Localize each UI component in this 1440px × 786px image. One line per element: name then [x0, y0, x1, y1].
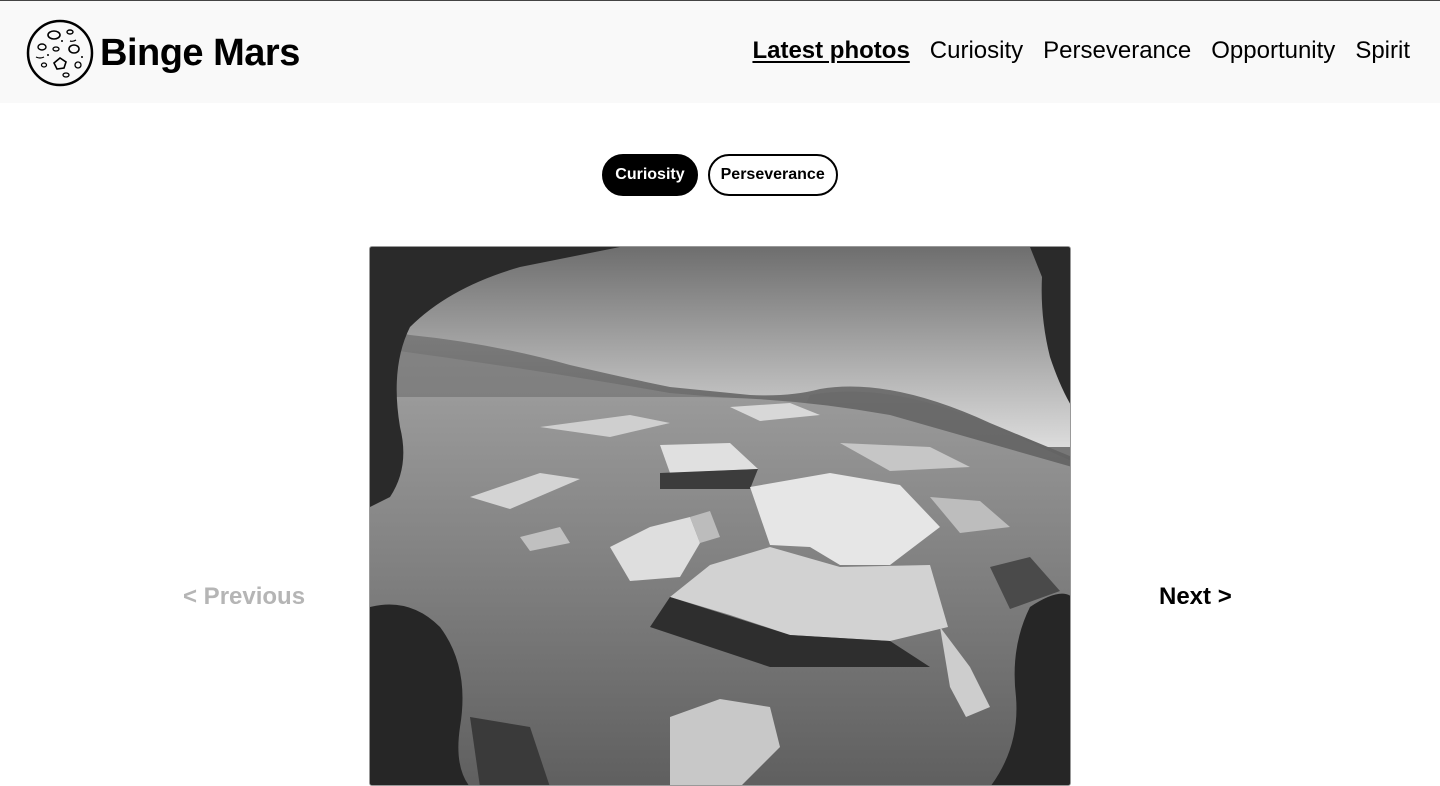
site-header: Binge Mars Latest photos Curiosity Perse… — [0, 0, 1440, 103]
nav-spirit[interactable]: Spirit — [1355, 37, 1410, 65]
next-button[interactable]: Next > — [1159, 583, 1232, 611]
nav-latest-photos[interactable]: Latest photos — [752, 37, 909, 65]
mars-planet-icon — [26, 19, 94, 87]
nav-perseverance[interactable]: Perseverance — [1043, 37, 1191, 65]
previous-button[interactable]: < Previous — [183, 583, 305, 611]
nav-curiosity[interactable]: Curiosity — [930, 37, 1023, 65]
brand[interactable]: Binge Mars — [26, 19, 300, 87]
brand-title: Binge Mars — [100, 31, 300, 74]
rover-filter: Curiosity Perseverance — [0, 154, 1440, 196]
main-nav: Latest photos Curiosity Perseverance Opp… — [752, 37, 1410, 65]
nav-opportunity[interactable]: Opportunity — [1211, 37, 1335, 65]
mars-landscape-image — [370, 247, 1070, 785]
filter-curiosity[interactable]: Curiosity — [602, 154, 698, 196]
filter-perseverance[interactable]: Perseverance — [707, 154, 838, 196]
mars-photo[interactable] — [369, 246, 1071, 786]
